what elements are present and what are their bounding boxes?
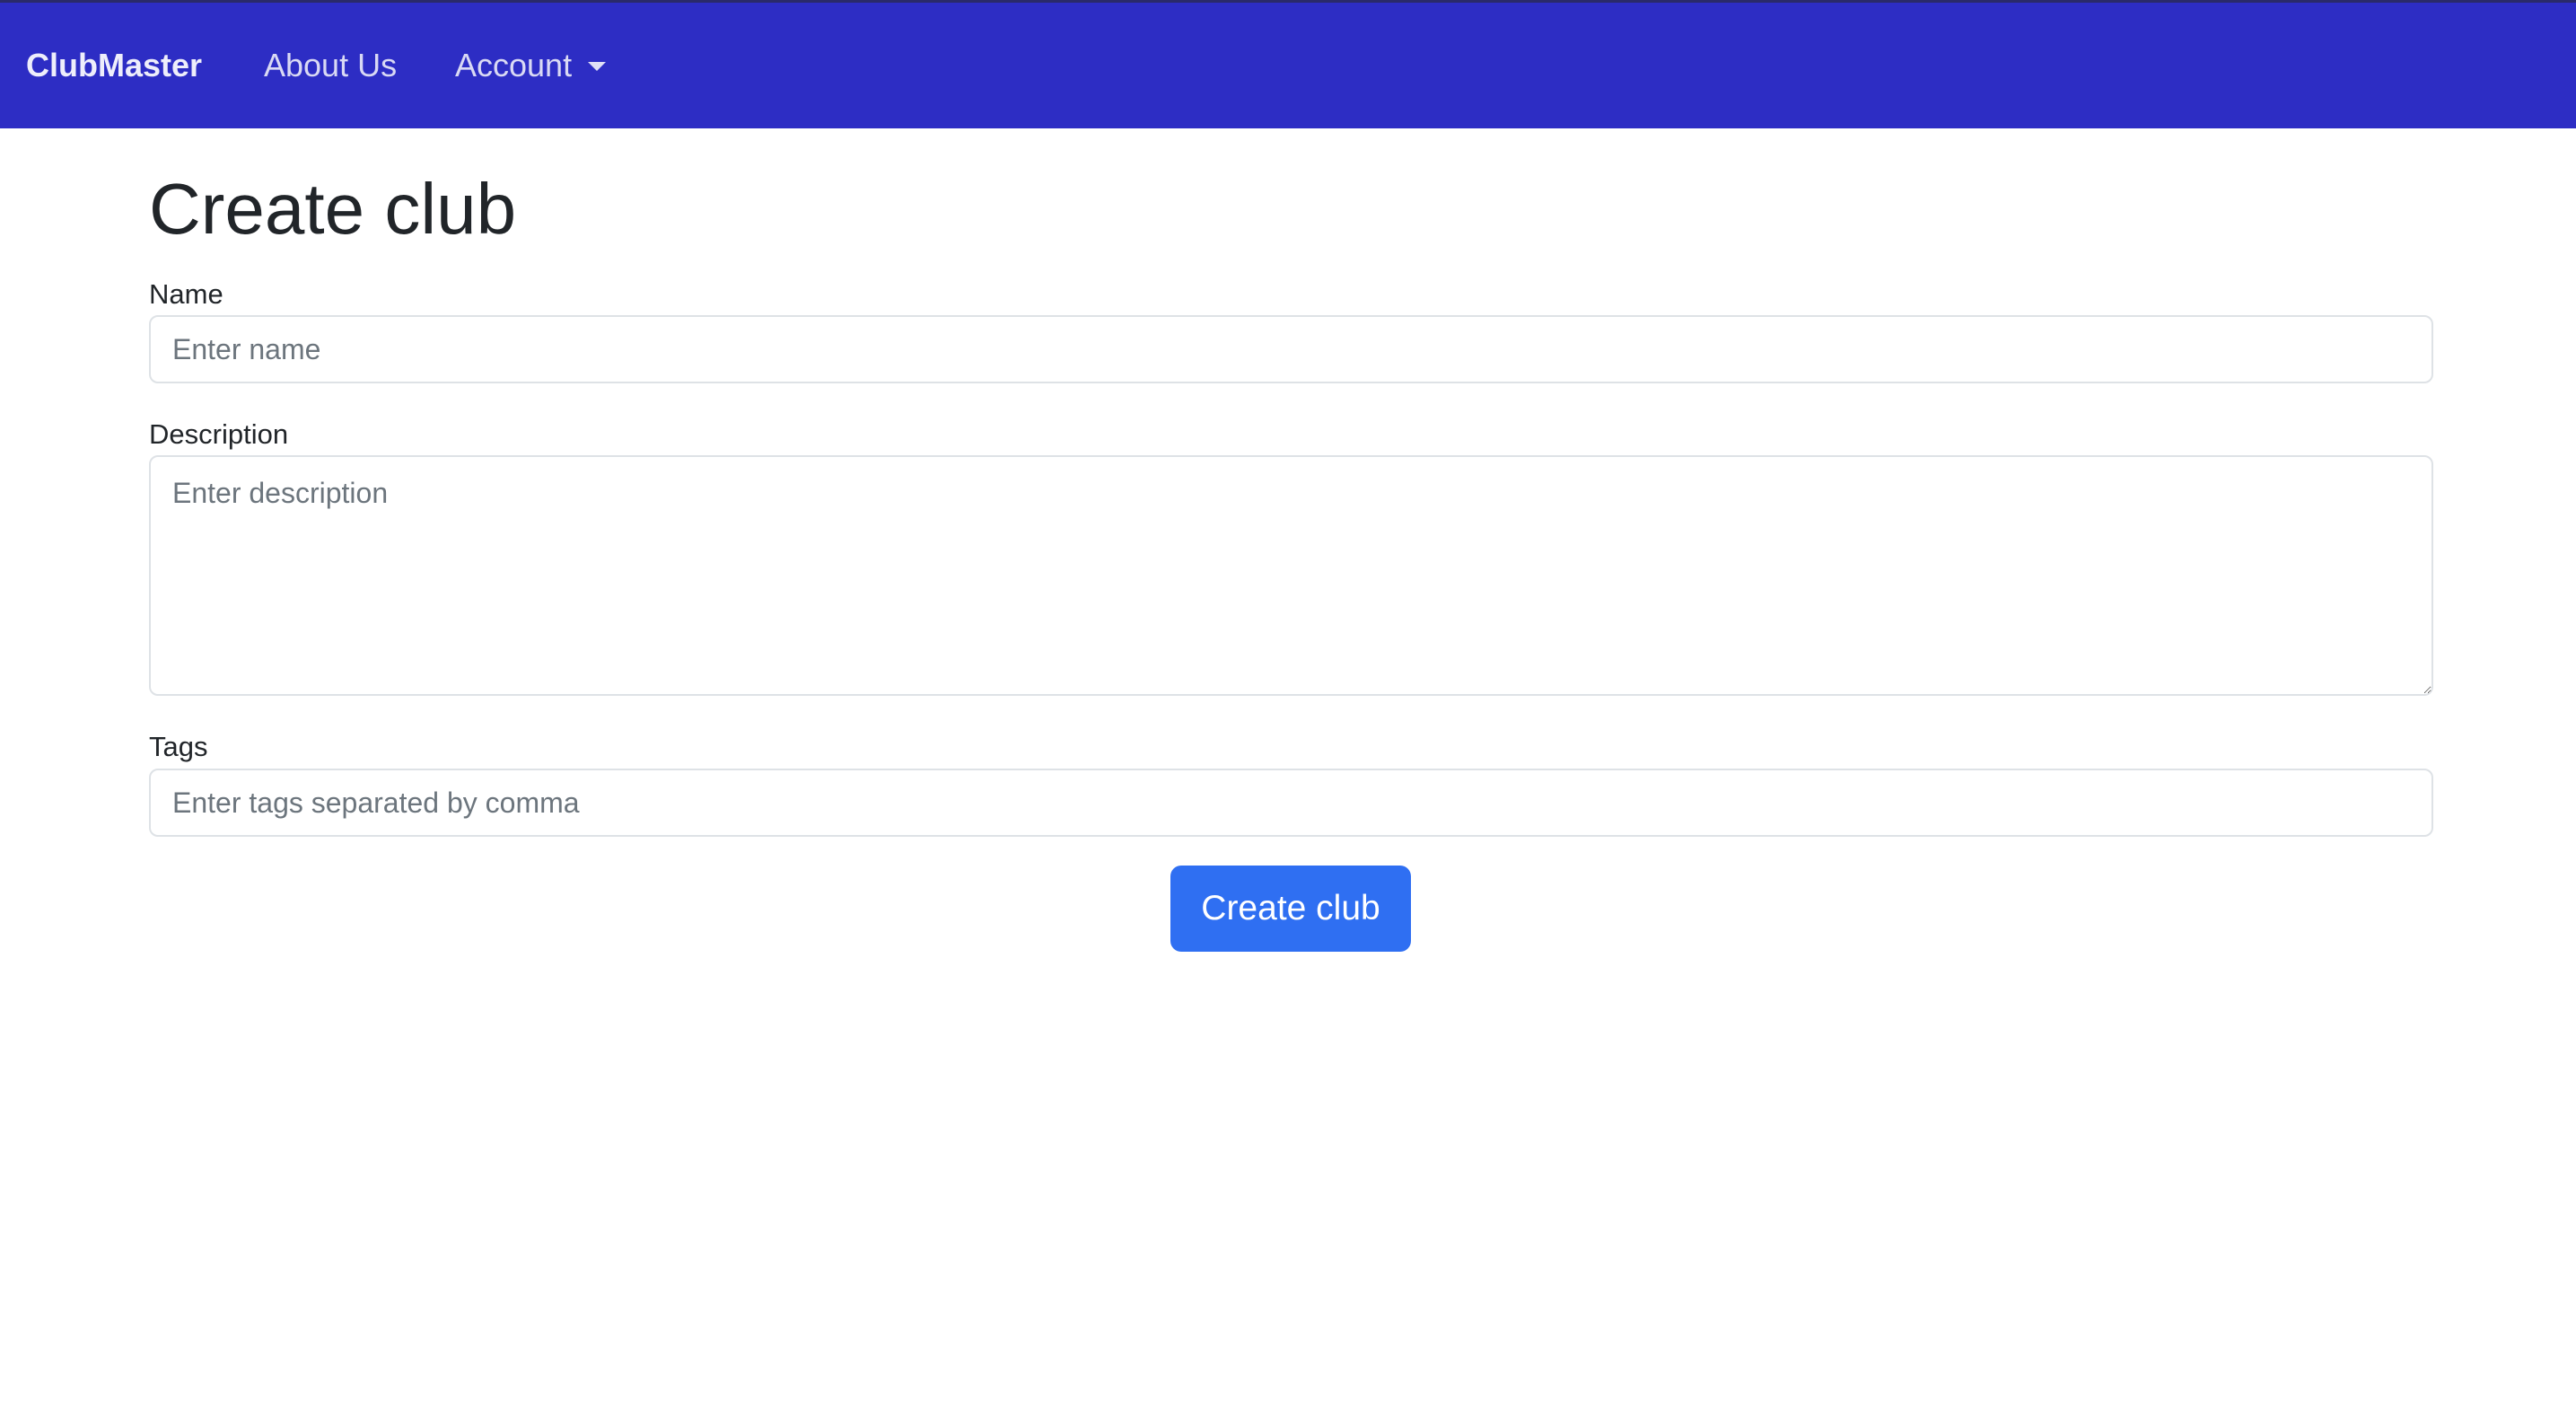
tags-label: Tags (149, 731, 208, 762)
name-label: Name (149, 278, 223, 310)
description-label: Description (149, 418, 289, 450)
create-club-button[interactable]: Create club (1170, 866, 1411, 952)
navbar: ClubMaster About Us Account (0, 0, 2576, 128)
nav-about-us[interactable]: About Us (264, 47, 397, 84)
page-title: Create club (149, 169, 517, 249)
nav-account-label: Account (455, 47, 573, 83)
brand-link[interactable]: ClubMaster (26, 47, 202, 84)
nav-account-dropdown[interactable]: Account (455, 47, 607, 84)
nav-about-us-label: About Us (264, 47, 398, 83)
name-input[interactable] (149, 315, 2433, 383)
description-textarea[interactable] (149, 455, 2433, 696)
tags-input[interactable] (149, 769, 2433, 837)
caret-down-icon (588, 62, 607, 71)
